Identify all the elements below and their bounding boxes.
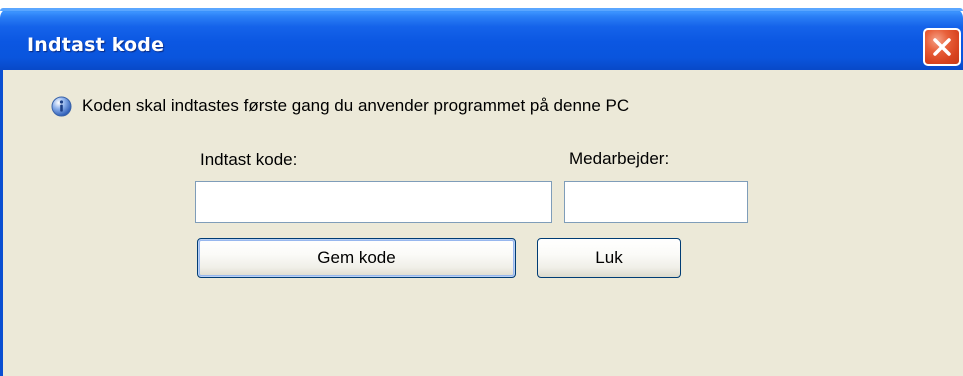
close-icon — [933, 38, 951, 56]
dialog-window: Indtast kode Koden skal indtastes første… — [0, 0, 963, 376]
window-title: Indtast kode — [27, 34, 165, 56]
code-input[interactable] — [195, 181, 552, 223]
info-icon — [51, 96, 72, 117]
code-label: Indtast kode: — [200, 150, 298, 169]
employee-label: Medarbejder: — [569, 149, 670, 168]
close-button[interactable]: Luk — [537, 238, 681, 278]
title-bar[interactable]: Indtast kode — [0, 8, 963, 70]
save-code-button[interactable]: Gem kode — [197, 238, 516, 278]
close-window-button[interactable] — [923, 28, 961, 66]
info-message: Koden skal indtastes første gang du anve… — [82, 96, 630, 115]
employee-input[interactable] — [564, 181, 748, 223]
